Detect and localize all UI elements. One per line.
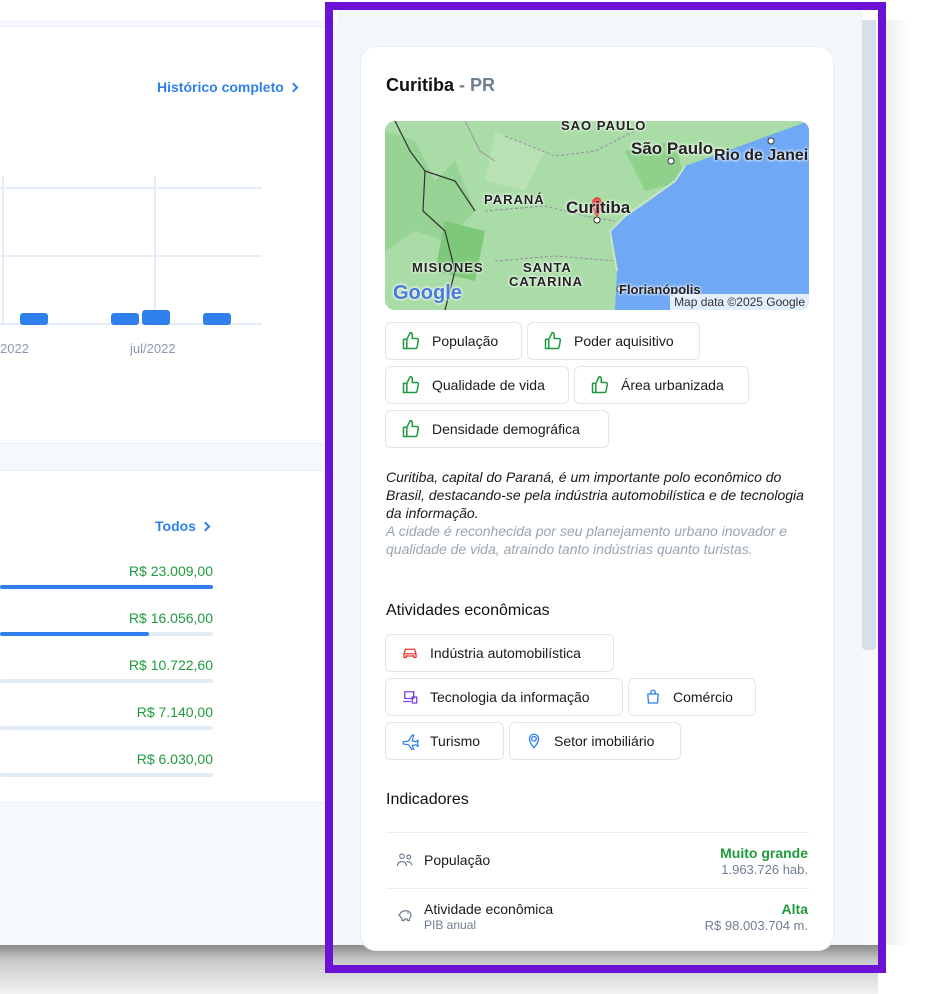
chip-label: Densidade demográfica (432, 421, 580, 437)
map-label: MISIONES (412, 260, 484, 275)
divider (386, 888, 809, 889)
map-label: Curitiba (566, 198, 631, 217)
shopping-bag-icon (647, 689, 659, 704)
thumbs-up-icon (402, 375, 420, 394)
indicator-value: R$ 98.003.704 m. (704, 918, 808, 933)
price-history-chart: 2022 jul/2022 (0, 176, 262, 356)
indicators-title: Indicadores (386, 791, 469, 808)
indicator-sublabel: PIB anual (424, 918, 477, 932)
activity-chip-imobiliario[interactable]: Setor imobiliário (509, 722, 681, 760)
chip-label: População (432, 333, 499, 349)
city-name: Curitiba (386, 75, 455, 95)
window-shadow-right (878, 20, 908, 945)
chart-bar[interactable] (111, 313, 139, 325)
chart-bar[interactable] (20, 313, 48, 325)
highlight-chip-densidade-demografica[interactable]: Densidade demográfica (385, 410, 609, 448)
activity-chip-turismo[interactable]: Turismo (385, 722, 504, 760)
chip-label: Poder aquisitivo (574, 333, 674, 349)
thumbs-up-icon (402, 419, 420, 438)
car-icon (403, 648, 417, 659)
map-attribution[interactable]: Map data ©2025 Google (670, 294, 809, 310)
city-title: Curitiba - PR (386, 75, 495, 96)
chip-label: Indústria automobilística (430, 645, 581, 661)
view-all-link-label: Todos (155, 518, 196, 534)
piggy-bank-icon (397, 910, 412, 922)
city-description: Curitiba, capital do Paraná, é um import… (386, 468, 814, 558)
map-label: CATARINA (509, 274, 583, 289)
x-tick-label: jul/2022 (129, 341, 176, 356)
window-shadow-bottom (0, 945, 878, 994)
description-paragraph-faded: A cidade é reconhecida por seu planejame… (386, 523, 788, 557)
highlight-chip-populacao[interactable]: População (385, 322, 522, 360)
chevron-right-icon (200, 521, 211, 531)
ranking-bar-fill (0, 585, 213, 589)
activity-chip-tecnologia[interactable]: Tecnologia da informação (385, 678, 623, 716)
people-icon (396, 853, 413, 867)
chip-label: Comércio (673, 689, 733, 705)
activity-chip-industria[interactable]: Indústria automobilística (385, 634, 614, 672)
thumbs-up-icon (544, 331, 562, 350)
highlight-chip-area-urbanizada[interactable]: Área urbanizada (574, 366, 749, 404)
ranking-bar-track (0, 773, 213, 777)
indicator-label: População (424, 852, 491, 868)
highlight-chip-poder-aquisitivo[interactable]: Poder aquisitivo (527, 322, 700, 360)
activities-title: Atividades econômicas (386, 602, 550, 619)
map-label: São Paulo (631, 139, 714, 158)
ranking-value: R$ 23.009,00 (128, 563, 213, 579)
indicator-level: Muito grande (720, 845, 808, 861)
chart-bar[interactable] (142, 310, 170, 325)
indicator-label: Atividade econômica (424, 901, 554, 917)
map-label: PARANÁ (484, 192, 545, 207)
thumbs-up-icon (402, 331, 420, 350)
location-icon (528, 733, 540, 749)
ranking-bar-fill (0, 726, 66, 730)
chip-label: Tecnologia da informação (430, 689, 590, 705)
ranking-value: R$ 7.140,00 (136, 704, 213, 720)
laptop-icon (403, 691, 418, 704)
view-all-link[interactable]: Todos (155, 518, 211, 534)
indicator-level: Alta (781, 901, 808, 917)
google-logo: Google (393, 282, 462, 304)
ranking-bar-track (0, 726, 213, 730)
ranking-bar-fill (0, 773, 55, 777)
map-label: Rio de Janei (714, 147, 809, 164)
city-map[interactable]: SÃO PAULO São Paulo Rio de Janei PARANÁ … (385, 121, 809, 310)
ranking-value: R$ 6.030,00 (136, 751, 213, 767)
ranking-bar-track (0, 679, 213, 683)
panel-scrollbar[interactable] (862, 20, 876, 650)
description-paragraph: Curitiba, capital do Paraná, é um import… (386, 469, 804, 521)
x-tick-label: 2022 (0, 341, 29, 356)
chip-label: Qualidade de vida (432, 377, 545, 393)
ranking-value: R$ 16.056,00 (128, 610, 213, 626)
thumbs-up-icon (591, 375, 609, 394)
airplane-icon (402, 734, 419, 750)
city-separator: - (454, 75, 471, 95)
map-label: SÃO PAULO (561, 121, 647, 133)
chip-label: Área urbanizada (621, 377, 724, 393)
divider (386, 832, 809, 833)
map-label: SANTA (523, 260, 572, 275)
ranking-value: R$ 10.722,60 (128, 657, 213, 673)
city-state: PR (470, 75, 496, 95)
ranking-bar-track (0, 585, 213, 589)
chip-label: Turismo (430, 733, 481, 749)
ranking-bar-fill (0, 679, 100, 683)
highlight-chip-qualidade-de-vida[interactable]: Qualidade de vida (385, 366, 569, 404)
chart-bar[interactable] (203, 313, 231, 325)
indicator-value: 1.963.726 hab. (721, 862, 808, 877)
ranking-bar-track (0, 632, 213, 636)
activity-chip-comercio[interactable]: Comércio (628, 678, 756, 716)
ranking-bar-fill (0, 632, 149, 636)
chip-label: Setor imobiliário (554, 733, 655, 749)
